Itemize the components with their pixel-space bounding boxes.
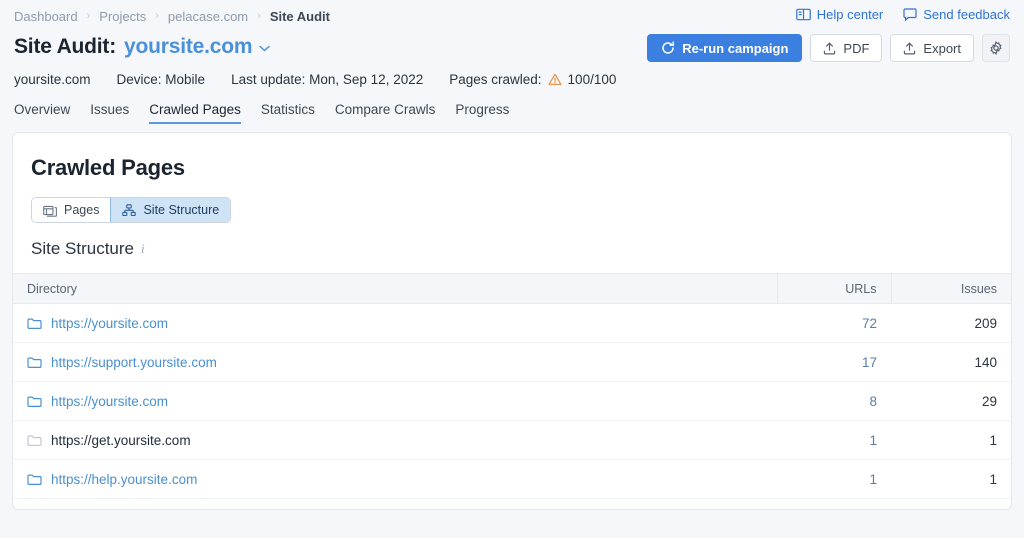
folder-icon — [27, 317, 42, 330]
meta-pages-crawled: Pages crawled: 100/100 — [449, 72, 616, 87]
breadcrumb-separator: › — [257, 9, 261, 22]
folder-icon — [27, 473, 42, 486]
meta-info-row: yoursite.com Device: Mobile Last update:… — [0, 72, 1024, 87]
book-icon — [795, 8, 811, 21]
table-header: Directory URLs Issues — [13, 273, 1011, 304]
page-title-prefix: Site Audit: — [14, 35, 117, 58]
table-header-row: Directory URLs Issues — [13, 273, 1011, 304]
breadcrumb-item-dashboard[interactable]: Dashboard — [14, 9, 78, 24]
table-row[interactable]: https://get.yoursite.com 1 1 — [13, 420, 1011, 460]
table-row[interactable]: https://yoursite.com 72 209 — [13, 303, 1011, 343]
refresh-icon — [661, 41, 675, 55]
breadcrumb-item-project[interactable]: pelacase.com — [168, 9, 248, 24]
breadcrumb-separator: › — [86, 9, 91, 22]
upload-icon — [903, 42, 916, 55]
folder-icon — [27, 434, 42, 447]
cell-urls[interactable]: 8 — [777, 381, 891, 421]
help-center-link[interactable]: Help center — [795, 7, 884, 22]
column-header-urls[interactable]: URLs — [776, 273, 891, 304]
cell-issues: 140 — [891, 342, 1011, 382]
site-selector-label[interactable]: yoursite.com — [124, 35, 253, 59]
chevron-down-icon[interactable] — [259, 45, 271, 52]
send-feedback-link[interactable]: Send feedback — [903, 7, 1010, 22]
cell-issues: 1 — [891, 420, 1011, 460]
upload-icon — [823, 42, 836, 55]
toggle-pages-label: Pages — [64, 203, 100, 217]
tab-statistics[interactable]: Statistics — [261, 102, 315, 124]
rerun-campaign-button[interactable]: Re-run campaign — [647, 34, 803, 62]
breadcrumb-separator: › — [155, 9, 159, 22]
column-header-issues[interactable]: Issues — [890, 273, 1011, 304]
toggle-pages[interactable]: Pages — [32, 198, 111, 222]
send-feedback-label: Send feedback — [923, 7, 1010, 22]
cell-issues: 1 — [891, 459, 1011, 499]
folder-icon — [27, 395, 42, 408]
view-mode-toggle: Pages Site Structure — [31, 197, 232, 223]
rerun-campaign-label: Re-run campaign — [682, 40, 789, 56]
cell-urls[interactable]: 1 — [777, 459, 891, 499]
cell-urls[interactable]: 17 — [777, 342, 891, 382]
tab-progress[interactable]: Progress — [455, 102, 509, 124]
cell-issues: 29 — [891, 381, 1011, 421]
tab-overview[interactable]: Overview — [14, 102, 70, 124]
tab-crawled-pages[interactable]: Crawled Pages — [149, 102, 241, 124]
tab-compare-crawls[interactable]: Compare Crawls — [335, 102, 436, 124]
export-button[interactable]: Export — [890, 34, 974, 62]
table-row[interactable]: https://help.yoursite.com 1 1 — [13, 459, 1011, 499]
directory-link[interactable]: https://yoursite.com — [51, 316, 168, 331]
pages-icon — [43, 204, 57, 217]
meta-device: Device: Mobile — [116, 72, 206, 87]
utility-links: Help center Send feedback — [795, 7, 1010, 22]
speech-bubble-icon — [903, 8, 917, 21]
action-bar: Re-run campaign PDF Export — [647, 34, 1010, 62]
directory-label: https://get.yoursite.com — [51, 432, 191, 448]
card-title: Crawled Pages — [31, 155, 185, 180]
help-center-label: Help center — [816, 7, 884, 22]
settings-button[interactable] — [982, 34, 1010, 62]
sitemap-icon — [122, 203, 137, 217]
table-row[interactable]: https://yoursite.com 8 29 — [13, 381, 1011, 421]
cell-directory: https://support.yoursite.com — [13, 342, 777, 382]
crawled-pages-card: Crawled Pages Pages Site Structure Site … — [12, 132, 1012, 510]
warning-triangle-icon — [547, 73, 562, 86]
export-label: Export — [923, 40, 961, 56]
tab-issues[interactable]: Issues — [90, 102, 129, 124]
pages-crawled-value: 100/100 — [567, 72, 617, 87]
cell-directory: https://yoursite.com — [13, 303, 777, 343]
folder-icon — [27, 356, 42, 369]
breadcrumb-item-site-audit: Site Audit — [269, 8, 330, 24]
breadcrumb-item-projects[interactable]: Projects — [99, 9, 146, 24]
directory-link[interactable]: https://support.yoursite.com — [51, 355, 217, 370]
section-title-label: Site Structure — [31, 239, 134, 258]
pdf-button[interactable]: PDF — [810, 34, 883, 62]
directory-link[interactable]: https://help.yoursite.com — [51, 472, 197, 487]
gear-icon — [989, 41, 1003, 55]
toggle-site-structure[interactable]: Site Structure — [110, 198, 231, 222]
table-footer-spacer — [13, 499, 1011, 510]
meta-last-update: Last update: Mon, Sep 12, 2022 — [231, 72, 424, 87]
table-body: https://yoursite.com 72 209 https://supp… — [13, 303, 1011, 510]
toggle-site-structure-label: Site Structure — [143, 203, 220, 217]
cell-directory: https://yoursite.com — [13, 381, 777, 421]
cell-directory: https://get.yoursite.com — [13, 420, 777, 460]
meta-domain: yoursite.com — [14, 72, 91, 87]
site-structure-table: Directory URLs Issues https://yoursite.c… — [13, 273, 1011, 510]
pages-crawled-label: Pages crawled: — [449, 72, 542, 87]
cell-issues: 209 — [891, 303, 1011, 343]
cell-urls[interactable]: 72 — [777, 303, 891, 343]
column-header-directory[interactable]: Directory — [13, 273, 777, 304]
tab-bar: Overview Issues Crawled Pages Statistics… — [0, 98, 1024, 124]
table-row[interactable]: https://support.yoursite.com 17 140 — [13, 342, 1011, 382]
pdf-label: PDF — [843, 40, 870, 56]
info-icon[interactable]: i — [141, 241, 145, 257]
cell-urls[interactable]: 1 — [777, 420, 891, 460]
section-title: Site Structure i — [13, 223, 1011, 259]
directory-link[interactable]: https://yoursite.com — [51, 394, 168, 409]
top-bar: Dashboard › Projects › pelacase.com › Si… — [0, 0, 1024, 62]
cell-directory: https://help.yoursite.com — [13, 459, 777, 499]
